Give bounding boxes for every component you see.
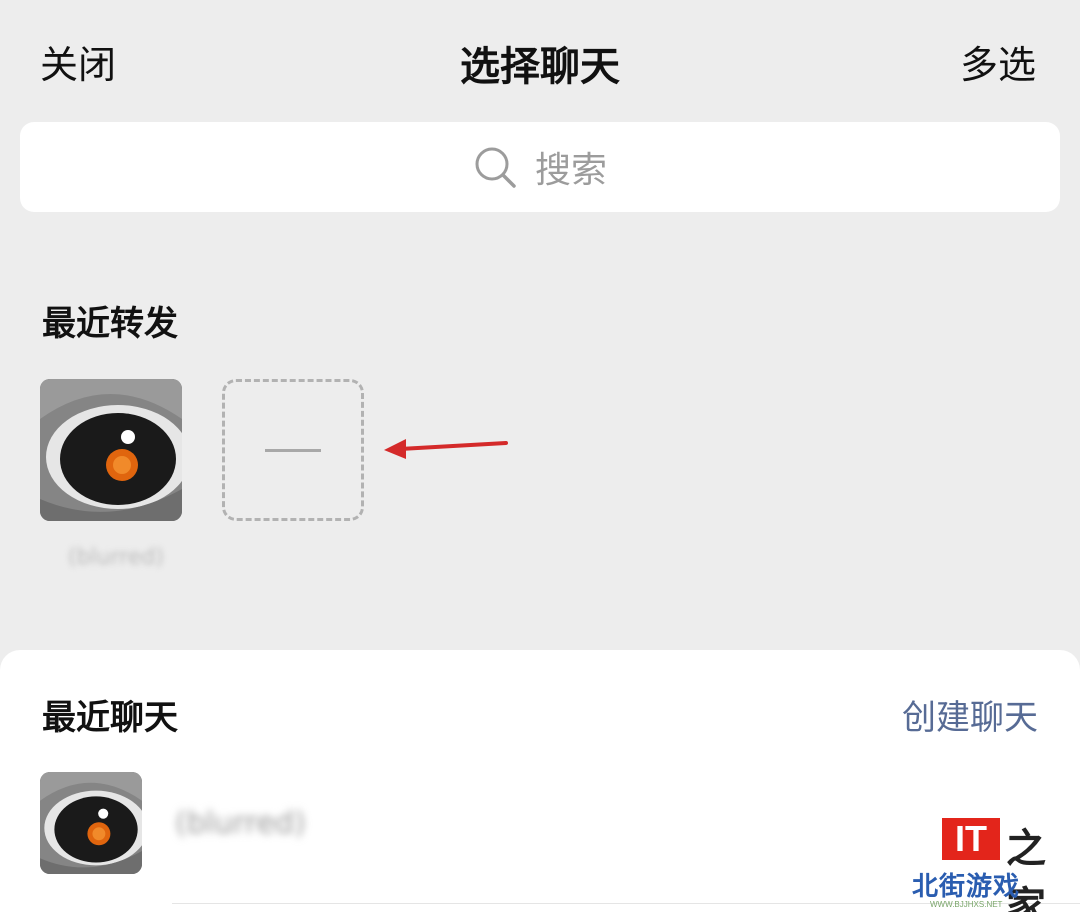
annotation-arrow-icon: [384, 439, 508, 459]
add-recipient-placeholder[interactable]: [222, 379, 364, 521]
site-watermark: 北街游戏: [912, 872, 1021, 902]
site-watermark-url: WWW.BJJHXS.NET: [930, 900, 1003, 909]
minus-icon: [265, 448, 321, 452]
recent-forwards-title: 最近转发: [42, 304, 178, 344]
search-placeholder: 搜索: [534, 150, 607, 191]
recent-forward-name: (blurred): [68, 545, 164, 570]
multi-select-button[interactable]: 多选: [960, 34, 1036, 89]
search-icon: [475, 147, 516, 188]
page-title: 选择聊天: [460, 44, 620, 90]
eye-avatar-icon: [40, 772, 142, 874]
chat-name: (blurred): [175, 806, 306, 841]
it-home-logo: IT: [942, 818, 1000, 860]
avatar[interactable]: [40, 379, 182, 521]
recent-chats-title: 最近聊天: [42, 698, 178, 738]
eye-avatar-icon: [40, 379, 182, 521]
search-input[interactable]: 搜索: [20, 122, 1060, 212]
header-bar: 关闭 选择聊天 多选: [0, 0, 1080, 115]
avatar: [40, 772, 142, 874]
create-chat-button[interactable]: 创建聊天: [902, 690, 1038, 739]
